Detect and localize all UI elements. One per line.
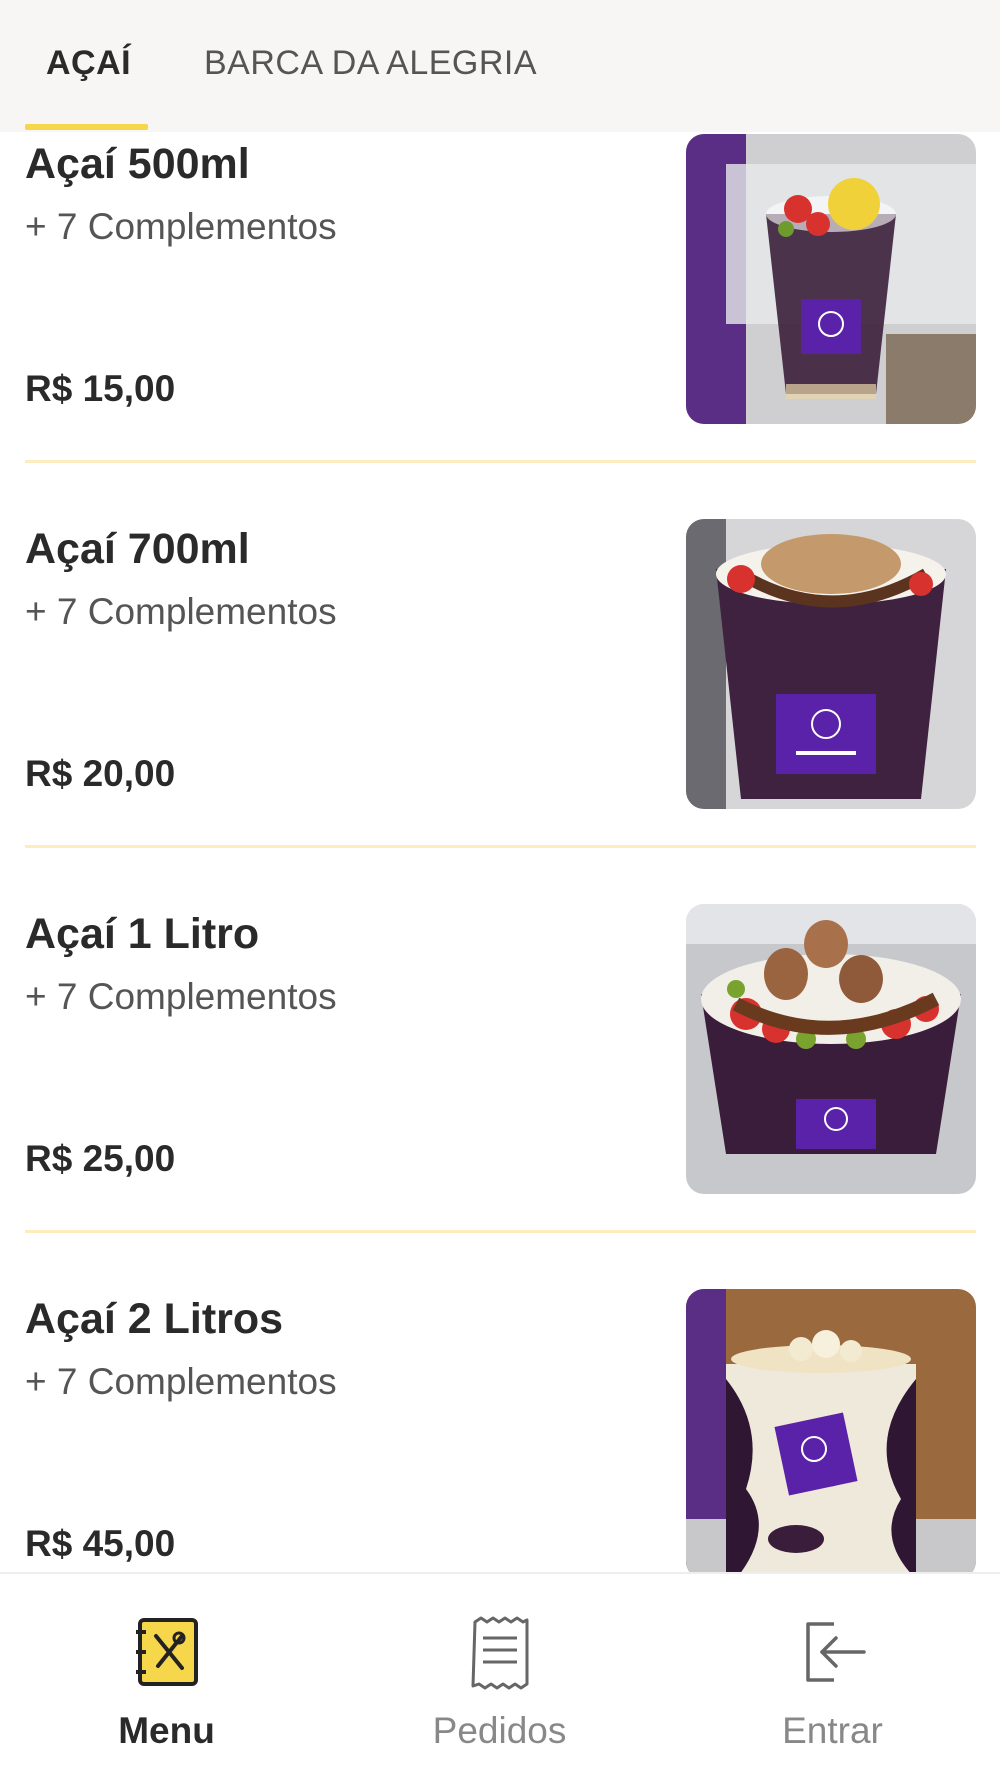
tab-acai[interactable]: AÇAÍ [46,44,131,83]
menu-book-icon [135,1618,198,1686]
product-name: Açaí 1 Litro [25,910,260,958]
tab-barca-da-alegria[interactable]: BARCA DA ALEGRIA [204,44,537,83]
item-divider [25,1230,976,1233]
receipt-icon [471,1616,528,1690]
product-image [686,904,976,1194]
product-price: R$ 20,00 [25,753,176,794]
product-item-acai-700ml[interactable]: Açaí 700ml + 7 Complementos R$ 20,00 [0,505,1000,890]
item-divider [25,845,976,848]
nav-pedidos[interactable]: Pedidos [333,1574,666,1778]
bottom-navigation: Menu Pedidos Entrar [0,1572,1000,1778]
nav-label-entrar: Entrar [782,1710,883,1751]
product-price: R$ 15,00 [25,368,176,409]
product-item-acai-500ml[interactable]: Açaí 500ml + 7 Complementos R$ 15,00 [0,132,1000,505]
product-image [686,1289,976,1572]
product-name: Açaí 700ml [25,525,250,573]
product-price: R$ 45,00 [25,1523,176,1564]
product-image [686,519,976,809]
product-subtitle: + 7 Complementos [25,1361,337,1402]
category-tabbar: AÇAÍ BARCA DA ALEGRIA [0,0,1000,132]
product-item-acai-2-litros[interactable]: Açaí 2 Litros + 7 Complementos R$ 45,00 [0,1275,1000,1572]
product-name: Açaí 2 Litros [25,1295,284,1343]
product-name: Açaí 500ml [25,140,250,188]
item-divider [25,460,976,463]
nav-label-menu: Menu [118,1710,215,1751]
product-subtitle: + 7 Complementos [25,206,337,247]
nav-label-pedidos: Pedidos [432,1710,567,1751]
login-icon [805,1622,866,1682]
active-tab-indicator [25,124,148,130]
product-image [686,134,976,424]
nav-menu[interactable]: Menu [0,1574,333,1778]
product-list[interactable]: Açaí 500ml + 7 Complementos R$ 15,00 Aça… [0,132,1000,1572]
product-subtitle: + 7 Complementos [25,591,337,632]
nav-entrar[interactable]: Entrar [666,1574,999,1778]
product-item-acai-1-litro[interactable]: Açaí 1 Litro + 7 Complementos R$ 25,00 [0,890,1000,1275]
product-price: R$ 25,00 [25,1138,176,1179]
product-subtitle: + 7 Complementos [25,976,337,1017]
